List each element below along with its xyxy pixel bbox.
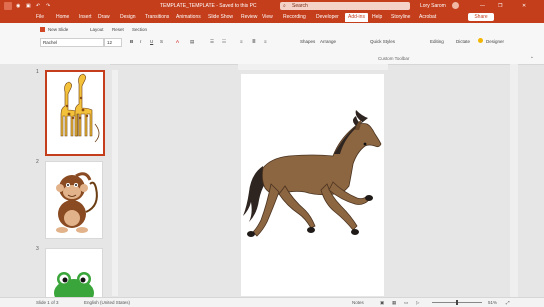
- slide-thumbnails-pane[interactable]: 1 2 3: [32, 64, 110, 299]
- close-icon[interactable]: ✕: [522, 2, 526, 10]
- slide-info: Slide 1 of 3: [36, 300, 59, 305]
- quick-styles-label[interactable]: Quick Styles: [370, 39, 395, 44]
- new-slide-label[interactable]: New Slide: [48, 27, 68, 32]
- horse-image[interactable]: [241, 74, 384, 296]
- tab-file[interactable]: File: [36, 13, 44, 22]
- slide-thumbnail-1[interactable]: [45, 70, 105, 156]
- ribbon-toolbar: New Slide Rachel 12 Layout Reset Section…: [0, 23, 544, 65]
- tab-storyline[interactable]: Storyline: [391, 13, 410, 22]
- reading-view-icon[interactable]: ▭: [404, 299, 408, 306]
- thumb-number: 2: [36, 159, 39, 165]
- tab-recording[interactable]: Recording: [283, 13, 306, 22]
- notes-button[interactable]: Notes: [352, 299, 364, 306]
- zoom-slider-thumb[interactable]: [456, 300, 458, 305]
- restore-icon[interactable]: ❐: [498, 2, 502, 10]
- section-label[interactable]: Section: [132, 27, 147, 32]
- strikethrough-icon[interactable]: S: [160, 39, 163, 44]
- save-icon[interactable]: ▣: [26, 2, 31, 10]
- giraffes-image: [60, 73, 100, 143]
- align-center-icon[interactable]: ≣: [252, 39, 256, 45]
- thumb-number: 1: [36, 69, 39, 75]
- tab-design[interactable]: Design: [120, 13, 136, 22]
- tab-view[interactable]: View: [262, 13, 273, 22]
- reset-label[interactable]: Reset: [112, 27, 124, 32]
- font-name-value: Rachel: [43, 40, 58, 45]
- tab-developer[interactable]: Developer: [316, 13, 339, 22]
- editing-label[interactable]: Editing: [430, 39, 444, 44]
- designer-label[interactable]: Designer: [486, 39, 504, 44]
- share-button[interactable]: Share: [468, 13, 494, 21]
- minimize-icon[interactable]: —: [480, 2, 485, 10]
- search-placeholder: Search: [292, 3, 308, 9]
- arrange-label[interactable]: Arrange: [320, 39, 336, 44]
- normal-view-icon[interactable]: ▣: [380, 299, 384, 306]
- title-bar: ◉ ▣ ↶ ↷ TEMPLATE_TEMPLATE - Saved to thi…: [0, 0, 544, 12]
- fit-slide-icon[interactable]: ⤢: [506, 299, 510, 306]
- tab-slide-show[interactable]: Slide Show: [208, 13, 233, 22]
- tab-review[interactable]: Review: [241, 13, 257, 22]
- avatar[interactable]: [452, 2, 459, 9]
- tab-help[interactable]: Help: [372, 13, 382, 22]
- slide-sorter-icon[interactable]: ▦: [392, 299, 396, 306]
- font-color-icon[interactable]: A: [176, 39, 179, 44]
- underline-icon[interactable]: U: [150, 39, 153, 44]
- ribbon-tabs: File Home Insert Draw Design Transitions…: [0, 12, 544, 23]
- layout-label[interactable]: Layout: [90, 27, 104, 32]
- tab-transitions[interactable]: Transitions: [145, 13, 169, 22]
- monkey-image: [56, 172, 98, 233]
- tab-animations[interactable]: Animations: [176, 13, 201, 22]
- font-size-value: 12: [107, 40, 113, 45]
- vertical-scrollbar[interactable]: [510, 64, 518, 297]
- search-input[interactable]: ⌕ Search: [280, 2, 410, 10]
- slide-canvas[interactable]: [241, 74, 384, 296]
- new-slide-icon[interactable]: [40, 27, 45, 32]
- undo-icon[interactable]: ↶: [36, 2, 40, 10]
- bold-icon[interactable]: B: [130, 39, 133, 44]
- language-status[interactable]: English (United States): [84, 299, 130, 306]
- zoom-level[interactable]: 51%: [488, 299, 497, 306]
- shapes-label[interactable]: Shapes: [300, 39, 315, 44]
- bullets-icon[interactable]: ☰: [210, 39, 214, 45]
- autosave-icon[interactable]: ◉: [16, 2, 20, 10]
- ribbon-group-label: Custom Toolbar: [378, 56, 410, 61]
- font-size-select[interactable]: 12: [104, 38, 122, 47]
- align-right-icon[interactable]: ≡: [264, 39, 267, 44]
- slide-thumbnail-2[interactable]: [45, 161, 103, 239]
- dictate-label[interactable]: Dictate: [456, 39, 470, 44]
- tab-add-ins[interactable]: Add-ins: [345, 13, 368, 22]
- thumb-number: 3: [36, 246, 39, 252]
- font-name-select[interactable]: Rachel: [40, 38, 104, 47]
- frog-image: [54, 272, 94, 298]
- numbering-icon[interactable]: ☷: [222, 39, 226, 45]
- redo-icon[interactable]: ↷: [46, 2, 50, 10]
- highlight-icon[interactable]: ▤: [190, 39, 194, 45]
- tab-draw[interactable]: Draw: [98, 13, 110, 22]
- slide-thumbnail-3[interactable]: [45, 248, 103, 299]
- align-left-icon[interactable]: ≡: [240, 39, 243, 44]
- tab-acrobat[interactable]: Acrobat: [419, 13, 436, 22]
- app-logo-icon: [4, 2, 12, 10]
- file-name: TEMPLATE_TEMPLATE - Saved to this PC: [160, 3, 257, 9]
- left-strip: [0, 64, 32, 297]
- user-name[interactable]: Lory Sarom: [420, 2, 446, 10]
- search-icon: ⌕: [283, 3, 286, 9]
- collapse-ribbon-icon[interactable]: ⌃: [530, 56, 534, 62]
- tab-insert[interactable]: Insert: [79, 13, 92, 22]
- slideshow-icon[interactable]: ▷: [416, 299, 419, 306]
- italic-icon[interactable]: I: [140, 39, 141, 44]
- designer-icon[interactable]: [478, 38, 483, 43]
- tab-home[interactable]: Home: [56, 13, 69, 22]
